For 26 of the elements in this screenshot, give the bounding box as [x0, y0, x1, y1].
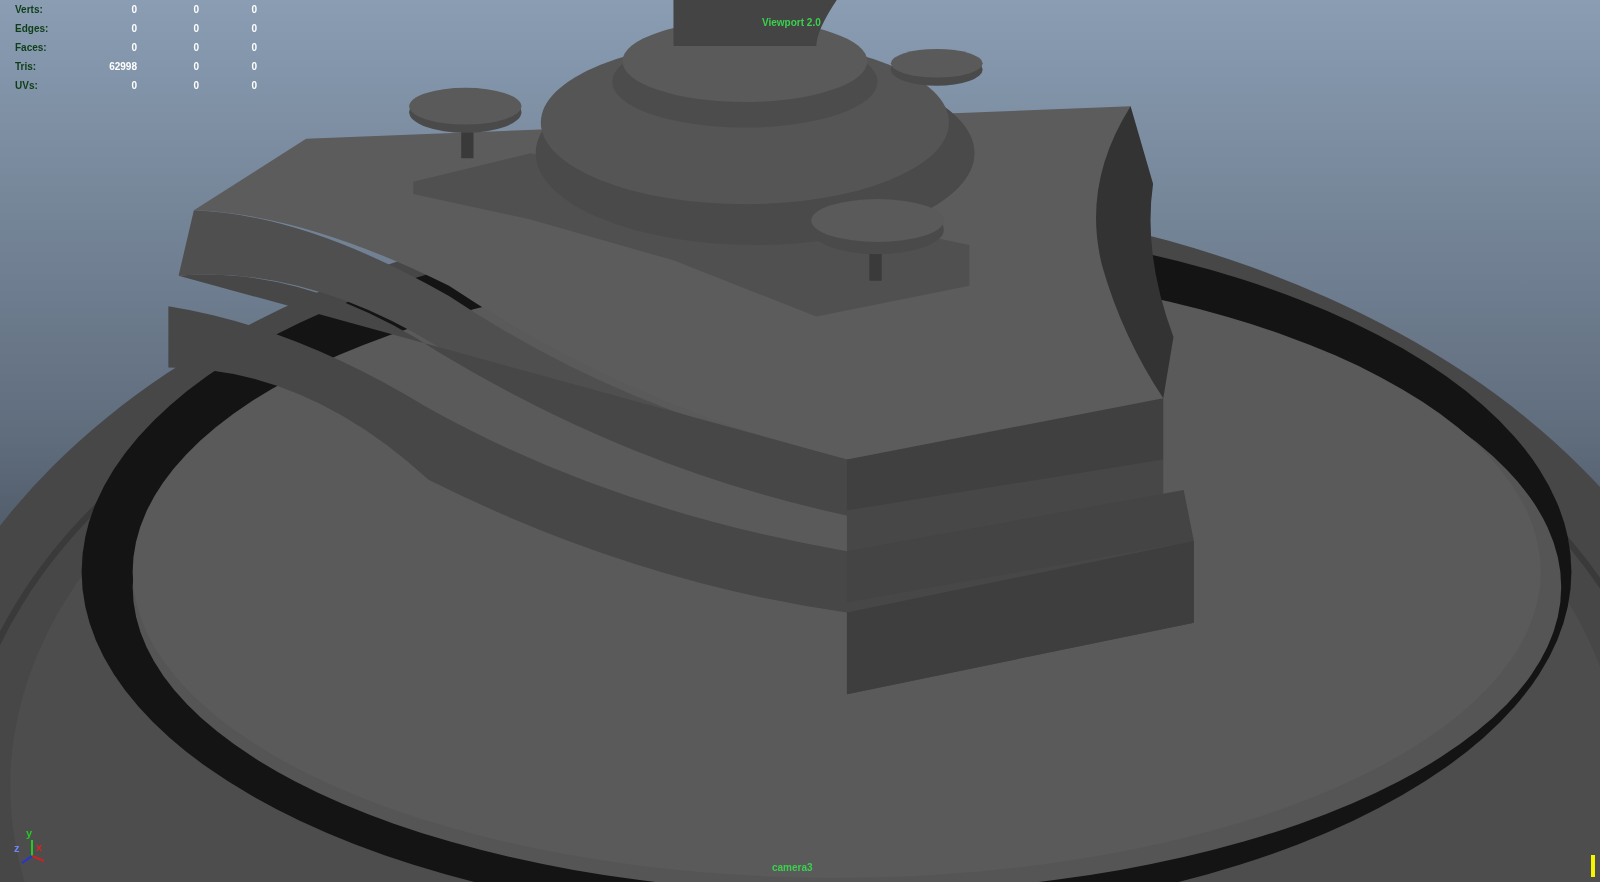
- stat-value: 62998: [108, 61, 137, 72]
- stat-value: 0: [130, 23, 137, 34]
- stat-value: 0: [250, 23, 257, 34]
- stat-value: 0: [192, 42, 199, 53]
- stat-label: Edges:: [15, 23, 50, 34]
- stat-value: 0: [250, 61, 257, 72]
- z-axis-label: z: [14, 843, 20, 854]
- stat-value: 0: [250, 4, 257, 15]
- x-axis-label: x: [36, 842, 43, 853]
- stat-label: Verts:: [15, 4, 44, 15]
- stat-value: 0: [192, 4, 199, 15]
- renderer-label: Viewport 2.0: [762, 17, 821, 28]
- stat-value: 0: [192, 80, 199, 91]
- stat-label: Tris:: [15, 61, 38, 72]
- stat-value: 0: [250, 42, 257, 53]
- stat-label: Faces:: [15, 42, 48, 53]
- stat-value: 0: [192, 61, 199, 72]
- level-meter-bar: [1591, 855, 1595, 877]
- stat-value: 0: [130, 4, 137, 15]
- stat-value: 0: [250, 80, 257, 91]
- stat-value: 0: [192, 23, 199, 34]
- stat-label: UVs:: [15, 80, 39, 91]
- y-axis-label: y: [26, 828, 33, 839]
- stat-value: 0: [130, 42, 137, 53]
- camera-label: camera3: [772, 862, 813, 873]
- stat-value: 0: [130, 80, 137, 91]
